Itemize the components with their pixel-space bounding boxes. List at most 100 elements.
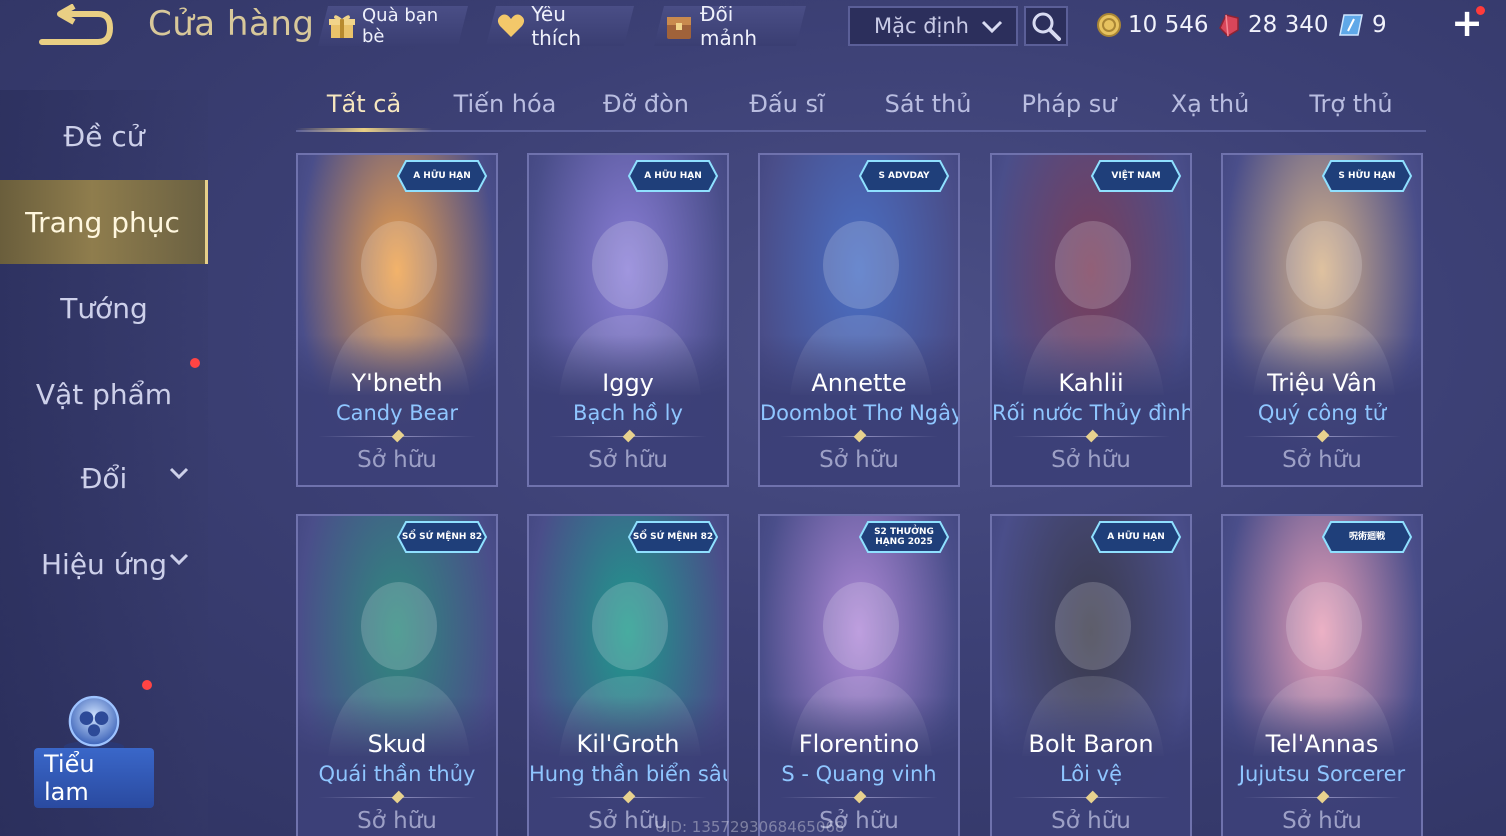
- skin-badge: S ADVDAY: [858, 159, 950, 195]
- skin-card[interactable]: 呪術廻戦 Tel'Annas Jujutsu Sorcerer Sở hữu: [1221, 514, 1423, 836]
- skin-badge-text: 呪術廻戦: [1348, 532, 1385, 542]
- skin-card[interactable]: S2 THƯỞNG HẠNG 2025 Florentino S - Quang v…: [758, 514, 960, 836]
- tieu-lam-label: Tiểu lam: [34, 748, 154, 808]
- skin-badge: S HỮU HẠN: [1321, 159, 1413, 195]
- owned-status: Sở hữu: [1051, 808, 1131, 834]
- tab-support[interactable]: Trợ thủ: [1283, 80, 1419, 128]
- owned-status: Sở hữu: [1282, 808, 1362, 834]
- owned-status: Sở hữu: [1282, 447, 1362, 473]
- favorites-button[interactable]: Yêu thích: [486, 6, 634, 46]
- skin-card[interactable]: SỔ SỨ MỆNH 82 Skud Quái thần thủy Sở hữu: [296, 514, 498, 836]
- sidebar-item-label: Đổi: [80, 461, 128, 495]
- friend-gift-button[interactable]: Quà bạn bè: [318, 6, 468, 46]
- tab-fighter[interactable]: Đấu sĩ: [719, 80, 855, 128]
- skin-badge-text: SỔ SỨ MỆNH 82: [401, 532, 483, 542]
- chevron-down-icon: [981, 20, 1003, 34]
- skin-badge-text: S2 THƯỞNG HẠNG 2025: [874, 527, 934, 547]
- tab-all[interactable]: Tất cả: [296, 80, 432, 132]
- skin-badge-text: VIỆT NAM: [1111, 171, 1161, 181]
- hero-name: Skud: [367, 730, 427, 758]
- skin-name: Doombot Thơ Ngây: [760, 401, 960, 425]
- voucher-currency: 9: [1338, 8, 1387, 42]
- notification-dot: [1476, 6, 1485, 15]
- sidebar-item-featured[interactable]: Đề cử: [0, 94, 208, 178]
- hero-name: Triệu Vân: [1267, 369, 1377, 397]
- tieu-lam-button[interactable]: Tiểu lam: [34, 688, 154, 808]
- skin-card[interactable]: A HỮU HẠN Bolt Baron Lôi vệ Sở hữu: [990, 514, 1192, 836]
- friend-gift-label: Quà bạn bè: [362, 5, 439, 47]
- search-button[interactable]: [1024, 6, 1068, 46]
- sidebar: Đề cử Trang phục Tướng Vật phẩm Đổi Hiệu…: [0, 90, 208, 836]
- role-tabs: Tất cả Tiến hóa Đỡ đòn Đấu sĩ Sát thủ Ph…: [296, 80, 1426, 132]
- skin-badge-text: S HỮU HẠN: [1338, 171, 1396, 181]
- sidebar-item-label: Đề cử: [63, 119, 145, 153]
- skin-badge-text: A HỮU HẠN: [644, 171, 702, 181]
- sidebar-item-effects[interactable]: Hiệu ứng: [0, 522, 208, 606]
- owned-status: Sở hữu: [357, 808, 437, 834]
- gem-currency: 28 340: [1216, 8, 1328, 42]
- search-icon: [1032, 12, 1061, 41]
- tab-assassin[interactable]: Sát thủ: [860, 80, 996, 128]
- sidebar-item-skins[interactable]: Trang phục: [0, 180, 208, 264]
- favorites-label: Yêu thích: [531, 2, 582, 50]
- back-arrow-icon: [39, 3, 114, 45]
- skin-card[interactable]: A HỮU HẠN Iggy Bạch hồ ly Sở hữu: [527, 153, 729, 487]
- skin-badge: 呪術廻戦: [1321, 520, 1413, 556]
- heart-icon: [496, 11, 525, 41]
- skin-card[interactable]: S HỮU HẠN Triệu Vân Quý công tử Sở hữu: [1221, 153, 1423, 487]
- tab-evolution[interactable]: Tiến hóa: [437, 80, 573, 128]
- hero-name: Tel'Annas: [1265, 730, 1379, 758]
- hero-name: Y'bneth: [351, 369, 443, 397]
- skin-name: Rối nước Thủy đình: [992, 401, 1192, 425]
- sidebar-item-label: Vật phẩm: [35, 377, 173, 411]
- hero-name: Kil'Groth: [576, 730, 680, 758]
- gem-amount: 28 340: [1248, 12, 1329, 38]
- sidebar-item-label: Trang phục: [25, 205, 180, 239]
- voucher-amount: 9: [1372, 12, 1387, 38]
- gold-coin-icon: [1097, 13, 1121, 37]
- owned-status: Sở hữu: [1051, 447, 1131, 473]
- skin-badge-text: A HỮU HẠN: [413, 171, 471, 181]
- sidebar-item-exchange[interactable]: Đổi: [0, 436, 208, 520]
- owned-status: Sở hữu: [588, 447, 668, 473]
- skin-badge: S2 THƯỞNG HẠNG 2025: [858, 520, 950, 556]
- skin-name: Quái thần thủy: [318, 762, 476, 786]
- skin-name: Hung thần biển sâu: [529, 762, 729, 786]
- sort-value: Mặc định: [874, 14, 969, 38]
- sort-dropdown[interactable]: Mặc định: [848, 6, 1018, 46]
- voucher-icon: [1339, 14, 1363, 36]
- skin-badge: A HỮU HẠN: [627, 159, 719, 195]
- skin-card[interactable]: A HỮU HẠN Y'bneth Candy Bear Sở hữu: [296, 153, 498, 487]
- tab-mage[interactable]: Pháp sư: [1001, 80, 1137, 128]
- skin-badge-text: SỔ SỨ MỆNH 82: [632, 532, 714, 542]
- skin-badge: SỔ SỨ MỆNH 82: [396, 520, 488, 556]
- sidebar-item-label: Tướng: [60, 291, 148, 325]
- exchange-fragments-button[interactable]: Đổi mảnh: [654, 6, 806, 46]
- skin-name: Quý công tử: [1257, 401, 1387, 425]
- skin-badge: A HỮU HẠN: [1090, 520, 1182, 556]
- skin-card[interactable]: SỔ SỨ MỆNH 82 Kil'Groth Hung thần biển sâu…: [527, 514, 729, 836]
- skin-badge-text: A HỮU HẠN: [1107, 532, 1165, 542]
- skin-card[interactable]: S ADVDAY Annette Doombot Thơ Ngây Sở hữu: [758, 153, 960, 487]
- hero-name: Bolt Baron: [1028, 730, 1154, 758]
- hero-name: Iggy: [602, 369, 654, 397]
- back-button[interactable]: [36, 3, 116, 48]
- skin-name: Bạch hồ ly: [573, 401, 683, 425]
- skin-card[interactable]: VIỆT NAM Kahlii Rối nước Thủy đình Sở hữu: [990, 153, 1192, 487]
- skin-badge: A HỮU HẠN: [396, 159, 488, 195]
- hero-name: Kahlii: [1058, 369, 1124, 397]
- hero-name: Annette: [811, 369, 907, 397]
- red-gem-icon: [1219, 14, 1239, 37]
- tab-tank[interactable]: Đỡ đòn: [578, 80, 714, 128]
- skin-badge: SỔ SỨ MỆNH 82: [627, 520, 719, 556]
- tab-marksman[interactable]: Xạ thủ: [1142, 80, 1278, 128]
- gift-icon: [328, 11, 356, 41]
- sidebar-item-heroes[interactable]: Tướng: [0, 266, 208, 350]
- chest-icon: [664, 11, 694, 41]
- items-notification-dot: [190, 358, 200, 368]
- tieu-lam-notification-dot: [142, 680, 152, 690]
- skin-name: Candy Bear: [335, 401, 459, 425]
- page-title: Cửa hàng: [148, 4, 315, 44]
- hero-name: Florentino: [798, 730, 920, 758]
- sidebar-item-items[interactable]: Vật phẩm: [0, 352, 208, 436]
